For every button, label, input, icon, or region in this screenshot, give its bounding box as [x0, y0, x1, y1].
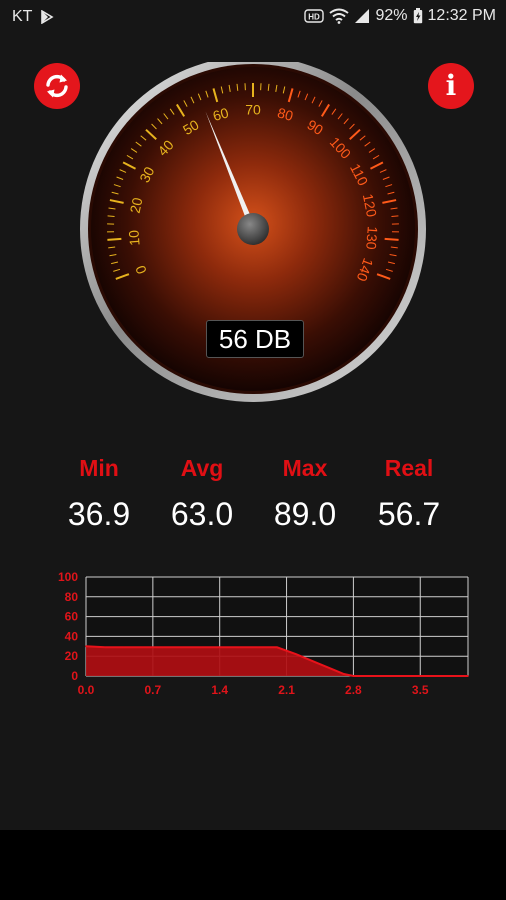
- stat-max-label: Max: [282, 455, 328, 481]
- wifi-icon: [329, 8, 350, 24]
- gauge-scale-label: 10: [125, 229, 142, 246]
- chart-x-tick-label: 2.1: [278, 683, 295, 697]
- chart-y-tick-label: 60: [65, 610, 79, 624]
- gauge-tick: [391, 215, 399, 218]
- chart-x-tick-label: 1.4: [211, 683, 228, 697]
- chart-point: [123, 646, 125, 649]
- chart-point: [180, 646, 183, 649]
- chart-point: [343, 673, 345, 675]
- gauge-scale-label: 70: [245, 102, 261, 118]
- chart-point: [314, 661, 317, 663]
- history-chart: 0 20 40 60 80 100 0.0 0.7 1.4 2.1 2.8 3.5: [58, 570, 469, 697]
- stat-min-label: Min: [79, 455, 119, 481]
- clock: 12:32 PM: [427, 7, 496, 24]
- info-icon: i: [445, 69, 457, 102]
- chart-point: [257, 646, 259, 649]
- chart-y-tick-label: 80: [65, 590, 79, 604]
- stat-real-label: Real: [384, 455, 434, 481]
- chart-point: [390, 675, 393, 677]
- stat-avg: Avg 63.0: [147, 455, 257, 533]
- carrier-label: KT: [12, 8, 33, 25]
- chart-y-tick-label: 0: [71, 669, 78, 683]
- battery-percent: 92%: [375, 7, 408, 24]
- chart-point: [429, 675, 431, 677]
- chart-x-tick-label: 0.7: [145, 683, 162, 697]
- chart-point: [218, 646, 221, 649]
- chart-point: [104, 646, 106, 649]
- needle-hub: [237, 213, 269, 245]
- chart-point: [371, 675, 374, 677]
- db-readout: 56 DB: [206, 320, 304, 358]
- stat-max-value: 89.0: [273, 496, 337, 532]
- stat-max: Max 89.0: [250, 455, 360, 533]
- stat-avg-value: 63.0: [170, 496, 234, 532]
- gauge-tick: [384, 237, 399, 241]
- stat-avg-label: Avg: [180, 455, 224, 481]
- stat-min: Min 36.9: [44, 455, 154, 533]
- chart-x-tick-label: 0.0: [78, 683, 95, 697]
- chart-point: [295, 653, 297, 656]
- signal-icon: [355, 9, 370, 23]
- chart-point: [333, 669, 336, 671]
- stats-panel: Min 36.9 Avg 63.0 Max 89.0 Real 56.7: [44, 455, 464, 535]
- chart-y-tick-label: 20: [65, 649, 79, 663]
- refresh-icon: [46, 74, 68, 98]
- info-button[interactable]: i: [428, 63, 474, 109]
- chart-point: [467, 675, 469, 677]
- svg-text:HD: HD: [309, 13, 321, 22]
- hd-icon: HD: [304, 9, 325, 23]
- chart-point: [142, 646, 145, 649]
- gauge-tick: [107, 237, 122, 241]
- stat-min-value: 36.9: [67, 496, 131, 532]
- stat-real-value: 56.7: [377, 496, 441, 532]
- status-bar: KT HD 92% 12:32 PM: [0, 0, 506, 36]
- chart-y-tick-label: 100: [58, 570, 78, 584]
- navigation-bar: [0, 830, 506, 900]
- chart-point: [409, 675, 412, 677]
- chart-point: [448, 675, 450, 677]
- chart-point: [238, 646, 240, 649]
- battery-icon: [413, 8, 422, 24]
- chart-y-tick-label: 40: [65, 629, 79, 643]
- chart-point: [85, 645, 87, 648]
- stat-real: Real 56.7: [354, 455, 464, 533]
- chart-x-tick-label: 2.8: [345, 683, 362, 697]
- chart-point: [161, 646, 164, 649]
- chart-x-tick-label: 3.5: [412, 683, 429, 697]
- chart-point: [352, 675, 355, 677]
- chart-point: [276, 646, 278, 649]
- gauge-tick: [107, 215, 115, 218]
- chart-point: [199, 646, 202, 649]
- play-store-icon: [41, 10, 55, 24]
- decibel-gauge: 0102030405060 70 8090100110120130140: [80, 62, 426, 402]
- refresh-button[interactable]: [34, 63, 80, 109]
- gauge-scale-label: 130: [363, 226, 381, 251]
